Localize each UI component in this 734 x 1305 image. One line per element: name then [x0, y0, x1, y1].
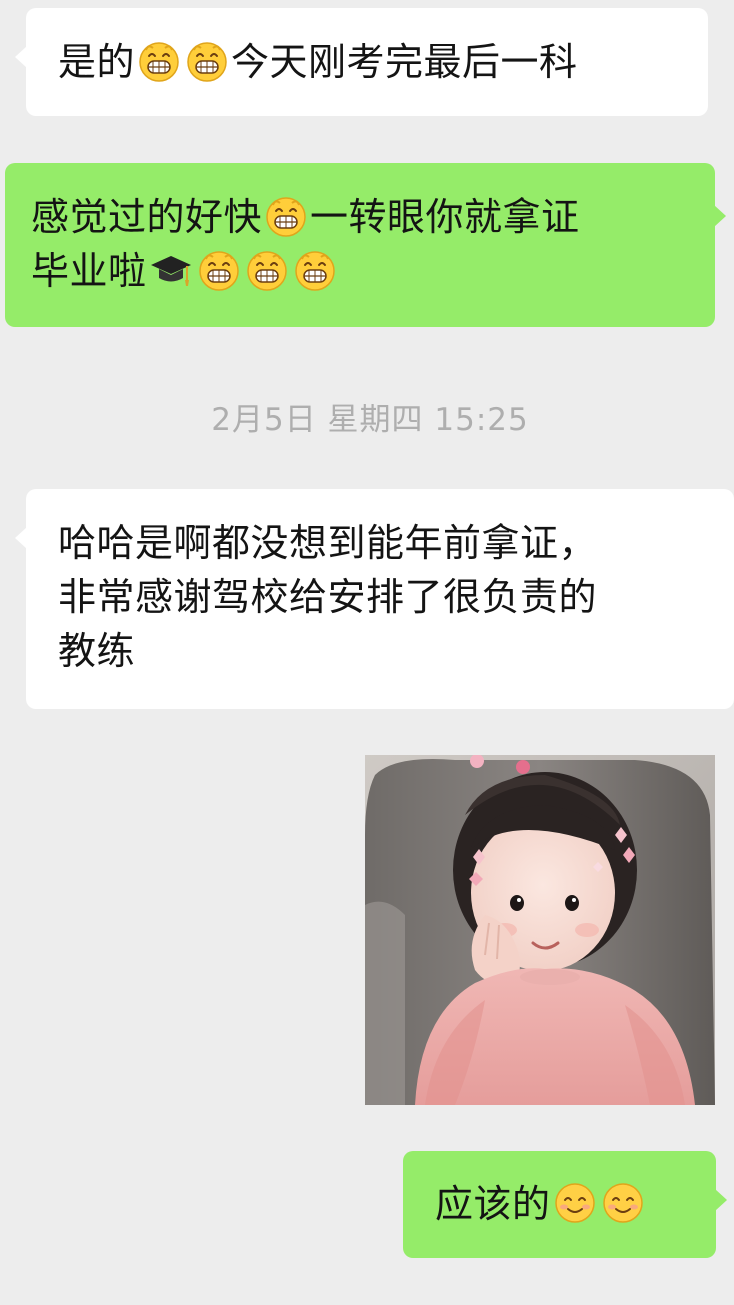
- grinning-face-icon: [137, 39, 181, 83]
- image-message[interactable]: [365, 755, 715, 1105]
- girl-hand-on-cheek-photo: [365, 755, 715, 1105]
- bubble-tail: [714, 205, 726, 227]
- message-text-line: 毕业啦: [31, 244, 691, 298]
- grinning-face-icon: [185, 39, 229, 83]
- bubble-tail: [15, 46, 27, 68]
- message-text-segment: 感觉过的好快: [31, 195, 263, 239]
- grinning-face-icon: [197, 248, 241, 292]
- bubble-tail: [15, 527, 27, 549]
- grinning-face-icon: [264, 194, 308, 238]
- message-text-segment: 一转眼你就拿证: [310, 195, 580, 239]
- message-text-line: 哈哈是啊都没想到能年前拿证，: [58, 521, 598, 565]
- message-text-segment: 今天刚考完最后一科: [231, 40, 578, 84]
- incoming-message-bubble[interactable]: 是的 今天刚考完最后一科: [15, 8, 708, 116]
- message-text-segment: 毕业啦: [31, 249, 147, 293]
- message-text: 是的 今天刚考完最后一科: [58, 35, 678, 89]
- message-text-segment: 应该的: [435, 1182, 551, 1226]
- incoming-message-bubble[interactable]: 哈哈是啊都没想到能年前拿证， 非常感谢驾校给安排了很负责的 教练: [15, 489, 734, 709]
- outgoing-message-bubble[interactable]: 感觉过的好快 一转眼你就拿证 毕业啦: [5, 163, 726, 327]
- outgoing-message-bubble[interactable]: 应该的: [403, 1151, 727, 1258]
- message-text: 应该的: [435, 1177, 692, 1231]
- graduation-cap-icon: [149, 248, 193, 292]
- message-text-line: 感觉过的好快 一转眼你就拿证: [31, 190, 691, 244]
- grinning-face-icon: [293, 248, 337, 292]
- bubble-tail: [715, 1189, 727, 1211]
- chat-timestamp: 2月5日 星期四 15:25: [211, 402, 529, 438]
- message-text-line: 非常感谢驾校给安排了很负责的: [58, 575, 598, 619]
- message-text-segment: 是的: [58, 40, 136, 84]
- grinning-face-icon: [245, 248, 289, 292]
- message-text-line: 教练: [58, 629, 136, 673]
- smiling-face-icon: [601, 1181, 645, 1225]
- smiling-face-icon: [553, 1181, 597, 1225]
